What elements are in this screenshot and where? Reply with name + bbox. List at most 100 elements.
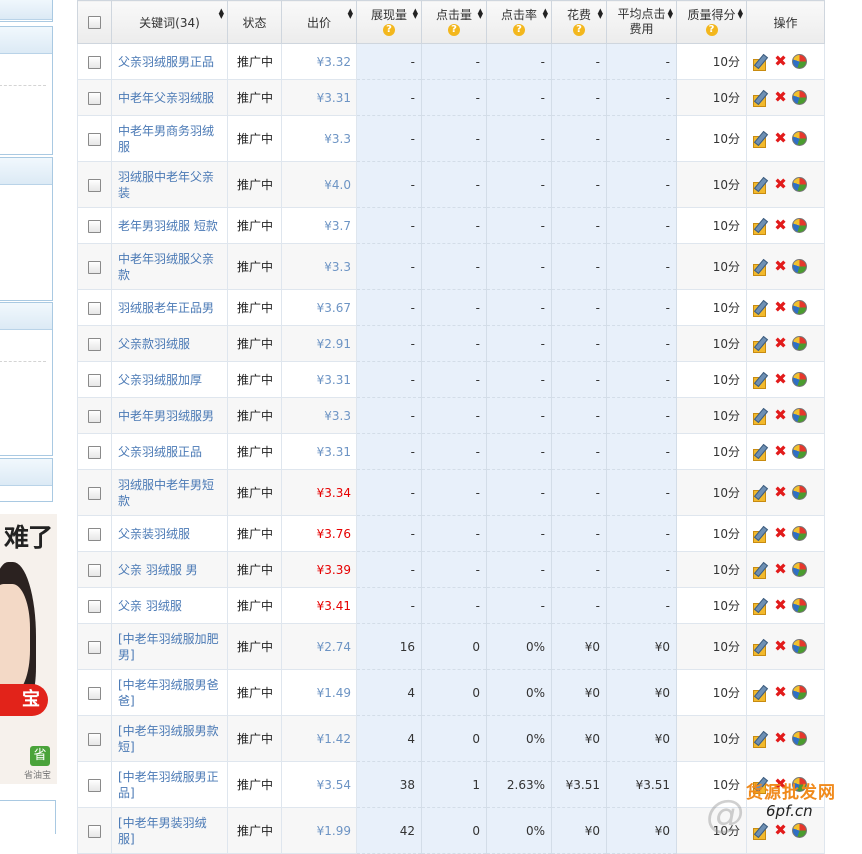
row-checkbox[interactable] xyxy=(88,486,101,500)
edit-icon[interactable] xyxy=(752,730,769,748)
sort-icon[interactable]: ▲ ▼ xyxy=(348,8,353,20)
bid-cell[interactable]: ¥1.49 xyxy=(281,669,357,716)
bid-cell[interactable]: ¥3.67 xyxy=(281,289,357,326)
bid-cell[interactable]: ¥3.32 xyxy=(281,43,357,80)
delete-icon[interactable]: ✖ xyxy=(772,684,789,701)
delete-icon[interactable]: ✖ xyxy=(772,443,789,460)
keyword-link[interactable]: 父亲羽绒服男正品 xyxy=(118,55,214,69)
col-impressions[interactable]: 展现量 ▲ ▼? xyxy=(356,0,422,44)
row-checkbox[interactable] xyxy=(88,686,101,700)
bid-cell[interactable]: ¥3.76 xyxy=(281,515,357,552)
edit-icon[interactable] xyxy=(752,561,769,579)
row-checkbox[interactable] xyxy=(88,91,101,105)
row-checkbox[interactable] xyxy=(88,640,101,654)
edit-icon[interactable] xyxy=(752,217,769,235)
keyword-link[interactable]: 老年男羽绒服 短款 xyxy=(118,219,218,233)
row-checkbox[interactable] xyxy=(88,409,101,423)
edit-icon[interactable] xyxy=(752,684,769,702)
col-ctr[interactable]: 点击率 ▲ ▼? xyxy=(486,0,552,44)
row-checkbox[interactable] xyxy=(88,563,101,577)
row-checkbox[interactable] xyxy=(88,337,101,351)
bid-cell[interactable]: ¥3.3 xyxy=(281,243,357,290)
help-icon[interactable]: ? xyxy=(448,24,460,36)
keyword-link[interactable]: 父亲羽绒服正品 xyxy=(118,445,202,459)
edit-icon[interactable] xyxy=(752,335,769,353)
bid-cell[interactable]: ¥2.91 xyxy=(281,325,357,362)
promo-banner[interactable]: 难了 宝 省 省油宝 xyxy=(0,514,57,784)
bid-cell[interactable]: ¥3.31 xyxy=(281,79,357,116)
row-checkbox[interactable] xyxy=(88,527,101,541)
keyword-link[interactable]: [中老年羽绒服加肥男] xyxy=(118,632,219,662)
row-checkbox[interactable] xyxy=(88,599,101,613)
bid-cell[interactable]: ¥3.39 xyxy=(281,551,357,588)
help-icon[interactable]: ? xyxy=(383,24,395,36)
edit-icon[interactable] xyxy=(752,597,769,615)
col-cost[interactable]: 花费 ▲ ▼? xyxy=(551,0,607,44)
bid-cell[interactable]: ¥3.34 xyxy=(281,469,357,516)
pie-chart-icon[interactable] xyxy=(792,444,807,459)
edit-icon[interactable] xyxy=(752,407,769,425)
row-checkbox[interactable] xyxy=(88,132,101,146)
select-all-checkbox[interactable] xyxy=(88,16,101,29)
delete-icon[interactable]: ✖ xyxy=(772,217,789,234)
pie-chart-icon[interactable] xyxy=(792,731,807,746)
keyword-link[interactable]: 中老年羽绒服父亲款 xyxy=(118,252,214,282)
sort-icon[interactable]: ▲ ▼ xyxy=(219,8,224,20)
sort-icon[interactable]: ▲ ▼ xyxy=(413,8,418,20)
edit-icon[interactable] xyxy=(752,176,769,194)
edit-icon[interactable] xyxy=(752,525,769,543)
row-checkbox[interactable] xyxy=(88,732,101,746)
bid-cell[interactable]: ¥3.31 xyxy=(281,433,357,470)
bid-cell[interactable]: ¥3.31 xyxy=(281,361,357,398)
delete-icon[interactable]: ✖ xyxy=(772,371,789,388)
pie-chart-icon[interactable] xyxy=(792,562,807,577)
help-icon[interactable]: ? xyxy=(513,24,525,36)
delete-icon[interactable]: ✖ xyxy=(772,130,789,147)
pie-chart-icon[interactable] xyxy=(792,177,807,192)
row-checkbox[interactable] xyxy=(88,445,101,459)
keyword-link[interactable]: 父亲 羽绒服 xyxy=(118,599,182,613)
pie-chart-icon[interactable] xyxy=(792,408,807,423)
keyword-link[interactable]: [中老年羽绒服男款短] xyxy=(118,724,219,754)
pie-chart-icon[interactable] xyxy=(792,131,807,146)
sort-icon[interactable]: ▲ ▼ xyxy=(543,8,548,20)
bid-cell[interactable]: ¥3.3 xyxy=(281,397,357,434)
help-icon[interactable]: ? xyxy=(573,24,585,36)
delete-icon[interactable]: ✖ xyxy=(772,89,789,106)
delete-icon[interactable]: ✖ xyxy=(772,258,789,275)
sort-icon[interactable]: ▲ ▼ xyxy=(738,8,743,20)
edit-icon[interactable] xyxy=(752,299,769,317)
keyword-link[interactable]: 父亲 羽绒服 男 xyxy=(118,563,198,577)
pie-chart-icon[interactable] xyxy=(792,54,807,69)
edit-icon[interactable] xyxy=(752,130,769,148)
keyword-link[interactable]: [中老年男装羽绒服] xyxy=(118,816,207,846)
edit-icon[interactable] xyxy=(752,89,769,107)
keyword-link[interactable]: 羽绒服老年正品男 xyxy=(118,301,214,315)
pie-chart-icon[interactable] xyxy=(792,526,807,541)
pie-chart-icon[interactable] xyxy=(792,598,807,613)
keyword-link[interactable]: 中老年男商务羽绒服 xyxy=(118,124,214,154)
col-clicks[interactable]: 点击量 ▲ ▼? xyxy=(421,0,487,44)
delete-icon[interactable]: ✖ xyxy=(772,176,789,193)
bid-cell[interactable]: ¥3.41 xyxy=(281,587,357,624)
bid-cell[interactable]: ¥3.7 xyxy=(281,207,357,244)
keyword-link[interactable]: [中老年羽绒服男正品] xyxy=(118,770,219,800)
bid-cell[interactable]: ¥4.0 xyxy=(281,161,357,208)
edit-icon[interactable] xyxy=(752,53,769,71)
delete-icon[interactable]: ✖ xyxy=(772,407,789,424)
edit-icon[interactable] xyxy=(752,258,769,276)
pie-chart-icon[interactable] xyxy=(792,218,807,233)
row-checkbox[interactable] xyxy=(88,824,101,838)
delete-icon[interactable]: ✖ xyxy=(772,561,789,578)
col-quality[interactable]: 质量得分 ▲ ▼? xyxy=(676,0,747,44)
bid-cell[interactable]: ¥3.3 xyxy=(281,115,357,162)
col-avg-cpc[interactable]: 平均点击费用 ▲ ▼ xyxy=(606,0,677,44)
row-checkbox[interactable] xyxy=(88,373,101,387)
keyword-link[interactable]: 父亲羽绒服加厚 xyxy=(118,373,202,387)
edit-icon[interactable] xyxy=(752,371,769,389)
pie-chart-icon[interactable] xyxy=(792,90,807,105)
row-checkbox[interactable] xyxy=(88,260,101,274)
bid-cell[interactable]: ¥1.42 xyxy=(281,715,357,762)
delete-icon[interactable]: ✖ xyxy=(772,525,789,542)
delete-icon[interactable]: ✖ xyxy=(772,299,789,316)
